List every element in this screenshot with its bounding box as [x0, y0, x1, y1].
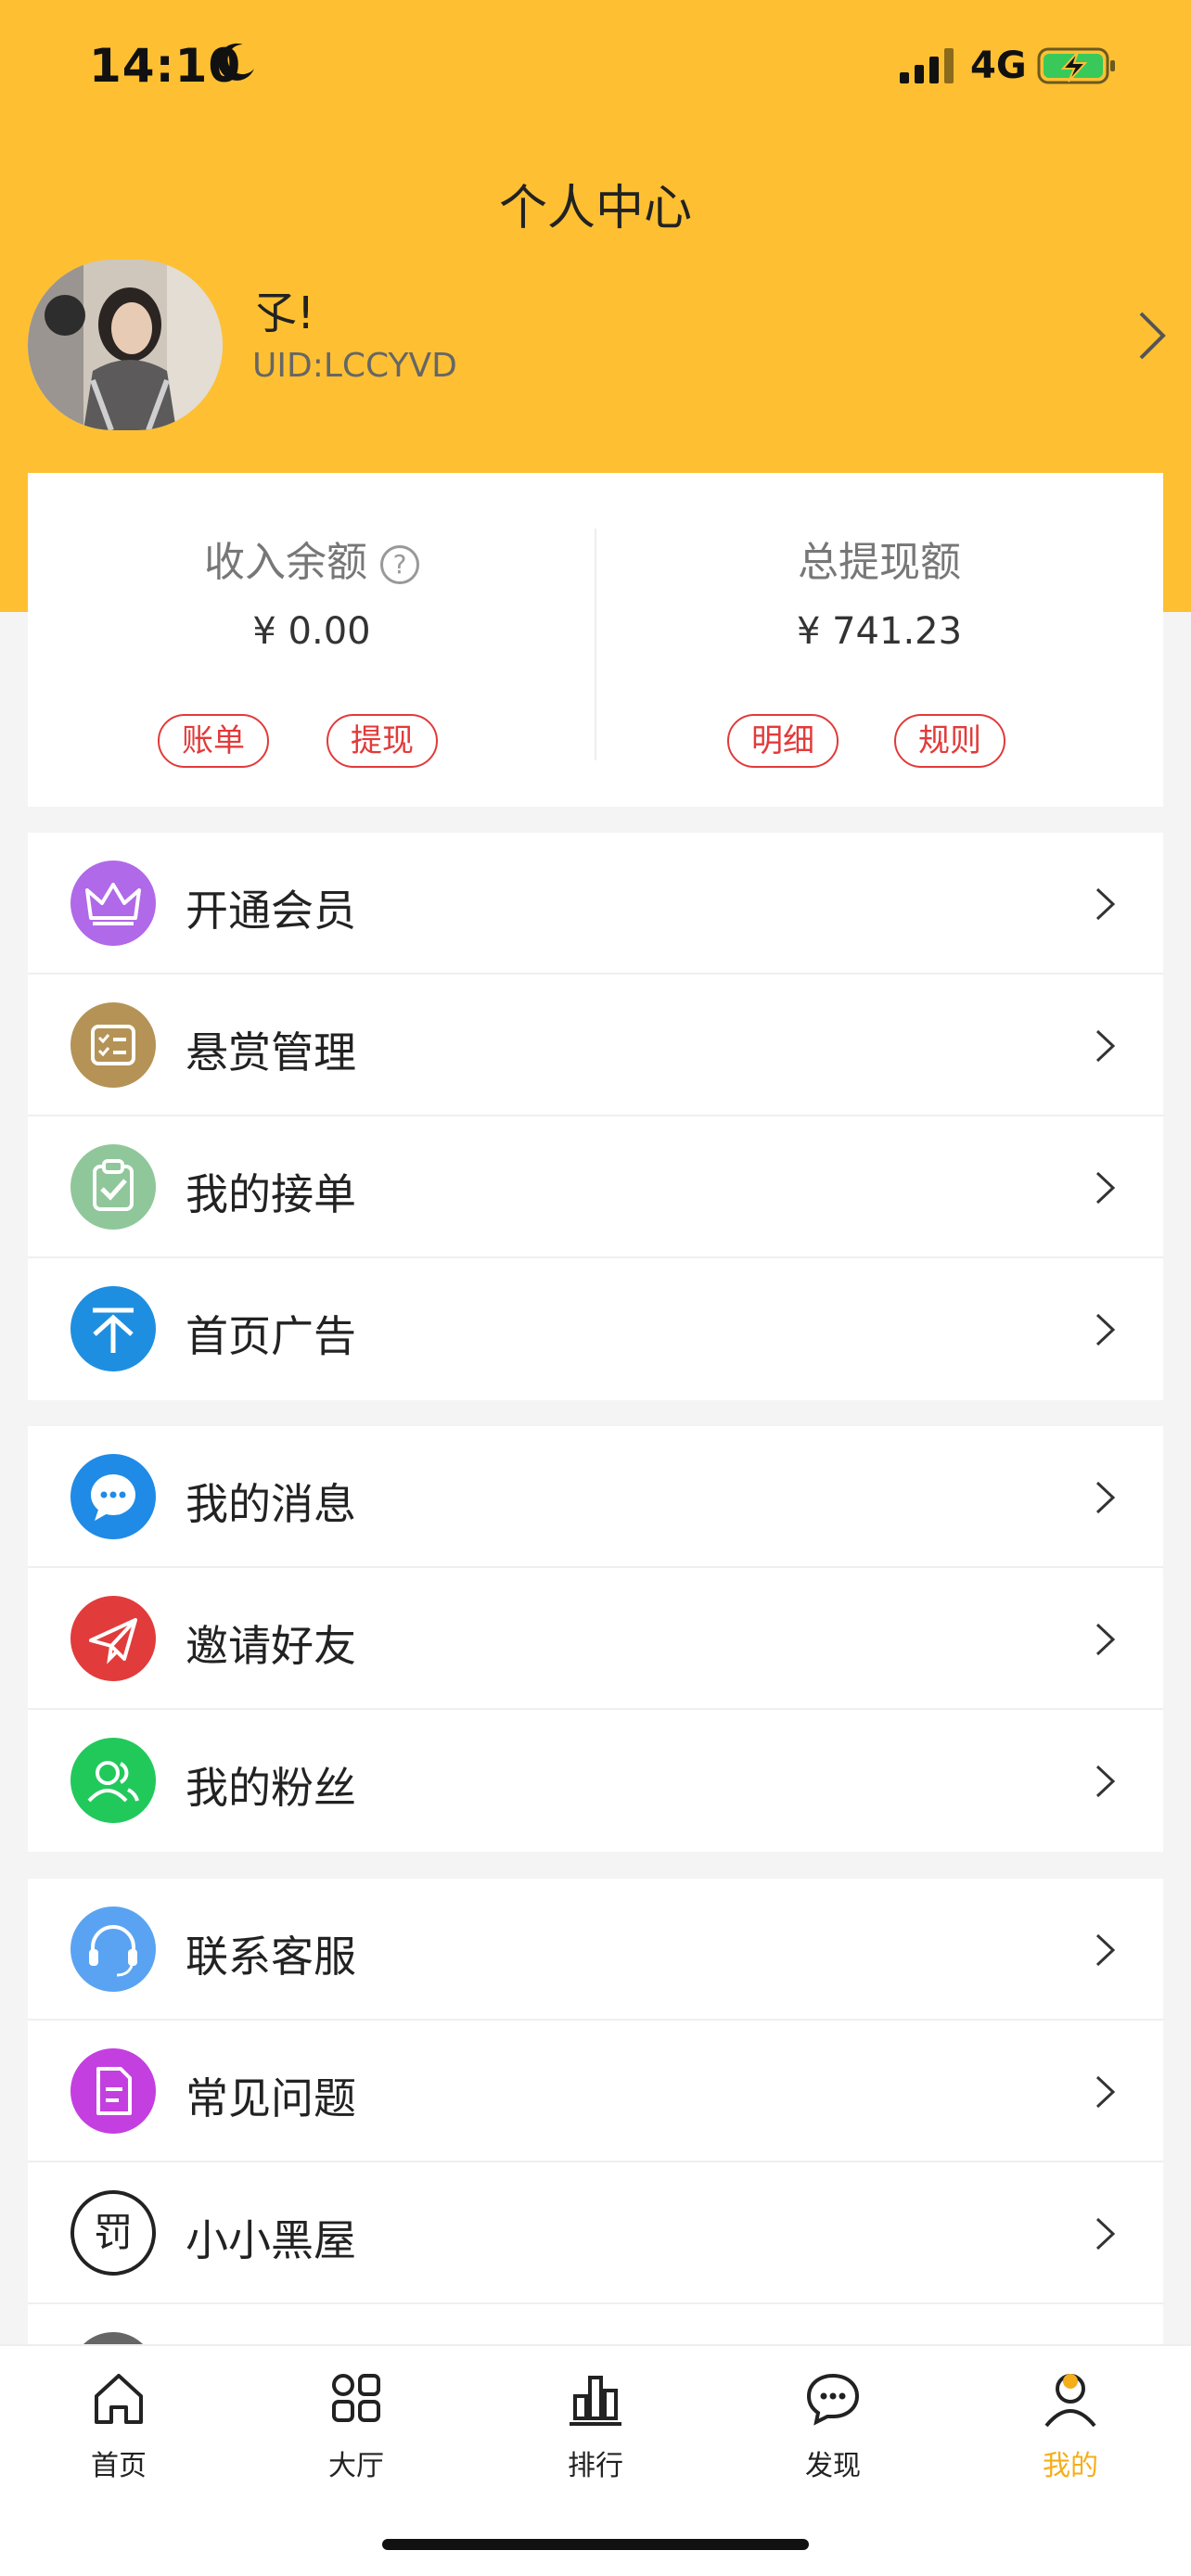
menu-item-fans[interactable]: 我的粉丝: [28, 1710, 1163, 1852]
income-balance-value: ¥ 0.00: [252, 610, 371, 653]
menu-item-partial[interactable]: [28, 2304, 1163, 2344]
total-withdrawn-section: 总提现额 ¥ 741.23 明细 规则: [596, 473, 1163, 807]
clipboard-check-icon: [70, 1144, 156, 1230]
menu-group-2: 我的消息 邀请好友 我的粉丝: [28, 1426, 1163, 1852]
total-withdrawn-value: ¥ 741.23: [796, 610, 963, 653]
profile-nickname: 孓!: [252, 287, 315, 339]
chevron-right-icon: [1095, 2075, 1116, 2109]
document-icon: [70, 2048, 156, 2134]
menu-label: 我的消息: [186, 1479, 356, 1529]
users-icon: [70, 1738, 156, 1823]
menu-item-customer-service[interactable]: 联系客服: [28, 1879, 1163, 2021]
profile-uid: UID:LCCYVD: [252, 347, 457, 385]
menu-item-homepage-ads[interactable]: 首页广告: [28, 1258, 1163, 1400]
tab-hall[interactable]: 大厅: [237, 2346, 475, 2494]
chevron-right-icon: [1095, 1933, 1116, 1967]
details-button[interactable]: 明细: [727, 714, 839, 768]
menu-label: 首页广告: [186, 1311, 356, 1361]
total-withdrawn-title: 总提现额: [798, 539, 961, 586]
menu-label: 常见问题: [186, 2073, 356, 2123]
menu-label: 我的接单: [186, 1169, 356, 1219]
tab-label: 大厅: [328, 2450, 384, 2482]
paper-plane-icon: [70, 1596, 156, 1681]
menu-item-penalty-box[interactable]: 罚 小小黑屋: [28, 2162, 1163, 2304]
tab-label: 排行: [568, 2450, 623, 2482]
chevron-right-icon: [1095, 1313, 1116, 1346]
profile-chevron-right-icon[interactable]: [1137, 310, 1167, 362]
signal-icon: [900, 48, 954, 83]
menu-item-messages[interactable]: 我的消息: [28, 1426, 1163, 1568]
menu-group-3: 联系客服 常见问题 罚 小小黑屋: [28, 1879, 1163, 2344]
menu-item-faq[interactable]: 常见问题: [28, 2021, 1163, 2162]
chevron-right-icon: [1095, 1029, 1116, 1063]
home-icon: [95, 2374, 143, 2424]
menu-item-reward-management[interactable]: 悬赏管理: [28, 975, 1163, 1116]
tab-home[interactable]: 首页: [0, 2346, 237, 2494]
bar-chart-icon: [570, 2376, 621, 2426]
income-balance-section: 收入余额? ¥ 0.00 账单 提现: [28, 473, 596, 807]
tab-label: 首页: [91, 2450, 147, 2482]
menu-label: 开通会员: [186, 886, 356, 936]
page-title: 个人中心: [498, 181, 692, 236]
moon-icon: [218, 43, 254, 81]
chevron-right-icon: [1095, 1765, 1116, 1798]
menu-label: 我的粉丝: [186, 1763, 356, 1813]
tab-mine[interactable]: 我的: [952, 2346, 1189, 2494]
balance-card: 收入余额? ¥ 0.00 账单 提现 总提现额 ¥ 741.23 明细 规则: [28, 473, 1163, 807]
grid-icon: [332, 2374, 380, 2422]
headset-icon: [70, 1906, 156, 1992]
network-label: 4G: [970, 45, 1027, 87]
tab-discover[interactable]: 发现: [714, 2346, 952, 2494]
chevron-right-icon: [1095, 1171, 1116, 1205]
status-bar: 14:10 4G: [0, 0, 1191, 130]
income-balance-title: 收入余额: [204, 539, 367, 586]
help-icon[interactable]: ?: [380, 545, 419, 584]
crown-icon: [70, 861, 156, 946]
tab-ranking[interactable]: 排行: [477, 2346, 714, 2494]
tab-label: 发现: [805, 2450, 861, 2482]
battery-charging-icon: [1037, 47, 1115, 84]
message-icon: [806, 2373, 860, 2426]
menu-label: 小小黑屋: [186, 2215, 356, 2265]
rules-button[interactable]: 规则: [894, 714, 1005, 768]
profile-icon: [1044, 2374, 1096, 2428]
chevron-right-icon: [1095, 1481, 1116, 1514]
menu-item-invite-friends[interactable]: 邀请好友: [28, 1568, 1163, 1710]
tab-label: 我的: [1043, 2450, 1098, 2482]
chevron-right-icon: [1095, 2217, 1116, 2251]
menu-item-vip[interactable]: 开通会员: [28, 833, 1163, 975]
menu-group-1: 开通会员 悬赏管理 我的接单 首页广告: [28, 833, 1163, 1400]
arrow-up-icon: [70, 1286, 156, 1371]
checklist-icon: [70, 1002, 156, 1088]
menu-label: 邀请好友: [186, 1621, 356, 1671]
menu-label: 悬赏管理: [186, 1027, 356, 1078]
svg-text:罚: 罚: [94, 2210, 133, 2255]
menu-item-my-orders[interactable]: 我的接单: [28, 1116, 1163, 1258]
home-indicator: [382, 2539, 809, 2550]
penalty-icon: 罚: [70, 2190, 156, 2276]
menu-label: 联系客服: [186, 1932, 356, 1982]
chevron-right-icon: [1095, 887, 1116, 921]
chat-bubble-icon: [70, 1454, 156, 1539]
chevron-right-icon: [1095, 1623, 1116, 1656]
avatar[interactable]: [28, 260, 223, 430]
withdraw-button[interactable]: 提现: [327, 714, 438, 768]
bill-button[interactable]: 账单: [158, 714, 269, 768]
partial-icon: [70, 2332, 156, 2344]
